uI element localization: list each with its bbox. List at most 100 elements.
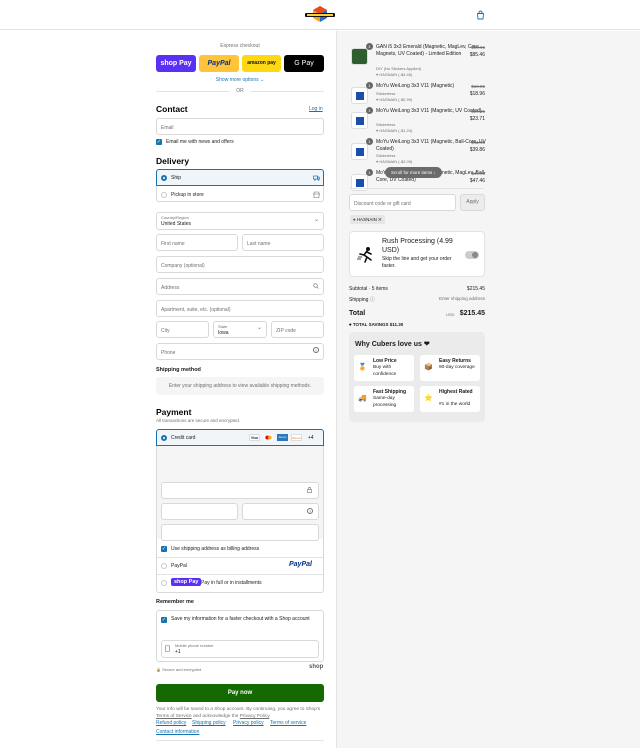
shop-pay-radio[interactable] <box>161 580 167 586</box>
shipping-policy-link[interactable]: Shipping policy <box>192 720 226 726</box>
product-discount: ⌖ HASNAIN (-$2.09) <box>376 159 412 164</box>
total-savings: ⌖ TOTAL SAVINGS $11.30 <box>349 322 403 327</box>
company-field[interactable]: Company (optional) <box>156 256 324 273</box>
discount-code-field[interactable]: Discount code or gift card <box>349 194 456 211</box>
sale-price: $18.96 <box>469 91 485 97</box>
original-price: $41.95 <box>471 140 485 145</box>
savings-label: TOTAL SAVINGS <box>352 322 389 327</box>
city-field[interactable]: City <box>156 321 209 338</box>
applied-code: HASNAIN <box>356 217 377 222</box>
original-price: $49.95 <box>471 171 485 176</box>
tag-icon: ⌖ <box>376 159 379 164</box>
rush-toggle[interactable] <box>465 251 479 259</box>
visa-icon: Visa <box>249 434 260 441</box>
rush-title: Rush Processing (4.99 USD) <box>382 238 453 254</box>
chevron-down-icon: ⌄ <box>314 217 320 223</box>
applied-discount-tag: ⌖ HASNAIN ✕ <box>350 215 385 224</box>
refund-policy-link[interactable]: Refund policy <box>156 720 186 726</box>
credit-card-radio[interactable] <box>161 435 167 441</box>
shop-logo: shop <box>309 664 324 670</box>
privacy-policy-link[interactable]: Privacy policy <box>233 720 264 726</box>
terms-link[interactable]: Terms of Service <box>156 714 192 719</box>
mobile-phone-field[interactable]: Mobile phone number +1 <box>161 640 319 658</box>
subtotal-value: $215.45 <box>466 286 485 292</box>
privacy-link[interactable]: Privacy Policy <box>240 714 270 719</box>
discount-text: HASNAIN (-$1.24) <box>379 128 413 133</box>
last-name-field[interactable]: Last name <box>242 234 324 251</box>
name-on-card-field[interactable] <box>161 524 319 541</box>
remove-discount-icon[interactable]: ✕ <box>378 217 381 222</box>
billing-same-label: Use shipping address as billing address <box>171 546 260 552</box>
arrow-down-icon: ↓ <box>433 170 436 175</box>
product-image <box>351 48 368 65</box>
first-name-field[interactable]: First name <box>156 234 238 251</box>
delivery-heading: Delivery <box>156 156 190 166</box>
paypal-logo: PayPal <box>289 561 312 568</box>
shop-disclaimer: Your info will be saved to a Shop accoun… <box>156 706 324 720</box>
apply-button[interactable]: Apply <box>460 194 485 211</box>
email-news-checkbox[interactable]: ✓ <box>156 139 162 145</box>
why-cubers-heading: Why Cubers love us ❤ <box>355 341 430 348</box>
ship-radio[interactable] <box>161 175 167 181</box>
subtotal-label: Subtotal · 5 items <box>349 286 388 292</box>
medal-icon: 🏅 <box>358 364 367 371</box>
email-field[interactable]: Email <box>156 118 324 135</box>
expiry-field[interactable] <box>161 503 238 520</box>
total-currency: USD <box>446 312 455 317</box>
country-select[interactable]: Country/Region United States <box>156 212 324 230</box>
package-icon: 📦 <box>424 364 433 371</box>
show-more-options-link[interactable]: Show more options ⌄ <box>156 77 324 83</box>
shopping-bag-icon[interactable] <box>476 10 485 20</box>
address-field[interactable]: Address <box>156 278 324 295</box>
sale-price: $85.46 <box>469 52 485 58</box>
or-separator: OR <box>230 88 250 94</box>
help-icon[interactable]: ? <box>313 347 319 353</box>
header <box>0 0 640 30</box>
total-label: Total <box>349 310 366 317</box>
ship-option[interactable] <box>156 169 324 186</box>
help-icon[interactable]: ⓘ <box>370 297 375 303</box>
credit-card-label: Credit card <box>171 435 196 441</box>
contact-information-link[interactable]: Contact information <box>156 729 199 735</box>
shipping-value: Enter shipping address <box>438 296 485 301</box>
billing-same-checkbox[interactable]: ✓ <box>161 546 167 552</box>
scroll-hint-pill[interactable]: Scroll for more items ↓ <box>385 167 442 178</box>
product-variant: DIY (No Stickers Applied) <box>376 66 422 71</box>
apartment-field[interactable]: Apartment, suite, etc. (optional) <box>156 300 324 317</box>
google-pay-button[interactable]: G Pay <box>284 55 324 72</box>
pickup-label[interactable]: Pickup in store <box>171 192 204 198</box>
zip-field[interactable]: ZIP code <box>271 321 324 338</box>
sale-price: $47.46 <box>469 178 485 184</box>
ship-label: Ship <box>171 175 182 181</box>
divider <box>157 574 323 575</box>
amazon-pay-button[interactable]: amazon pay <box>242 55 281 72</box>
email-news-label: Email me with news and offers <box>166 139 234 145</box>
save-info-checkbox[interactable]: ✓ <box>161 617 167 623</box>
paypal-button[interactable]: PayPal <box>199 55 239 72</box>
shipping-method-heading: Shipping method <box>156 367 201 373</box>
remember-me-heading: Remember me <box>156 599 194 605</box>
disclaimer-end: . <box>269 714 271 719</box>
pay-now-button[interactable]: Pay now <box>156 684 324 702</box>
login-link[interactable]: Log in <box>309 106 323 112</box>
pickup-radio[interactable] <box>161 192 167 198</box>
phone-field[interactable]: Phone <box>156 343 324 360</box>
product-variant: Stickerless <box>376 122 396 127</box>
store-logo[interactable] <box>303 5 337 24</box>
shop-pay-button[interactable]: shop Pay <box>156 55 196 72</box>
discover-icon: Discover <box>291 434 302 441</box>
divider <box>156 740 324 741</box>
sale-price: $39.86 <box>469 147 485 153</box>
disclaimer-text: Your info will be saved to a Shop accoun… <box>156 707 321 712</box>
paypal-label[interactable]: PayPal <box>171 563 187 569</box>
chevron-down-icon: ⌄ <box>257 325 263 331</box>
lock-icon <box>307 487 312 493</box>
tag-icon: ⌖ <box>376 72 379 77</box>
terms-of-service-link[interactable]: Terms of service <box>270 720 306 726</box>
benefit-title: Fast Shipping <box>373 389 407 395</box>
help-icon[interactable]: ? <box>307 508 313 514</box>
paypal-radio[interactable] <box>161 563 167 569</box>
product-image <box>351 112 368 129</box>
original-price: $24.95 <box>471 109 485 114</box>
card-number-field[interactable] <box>161 482 319 499</box>
